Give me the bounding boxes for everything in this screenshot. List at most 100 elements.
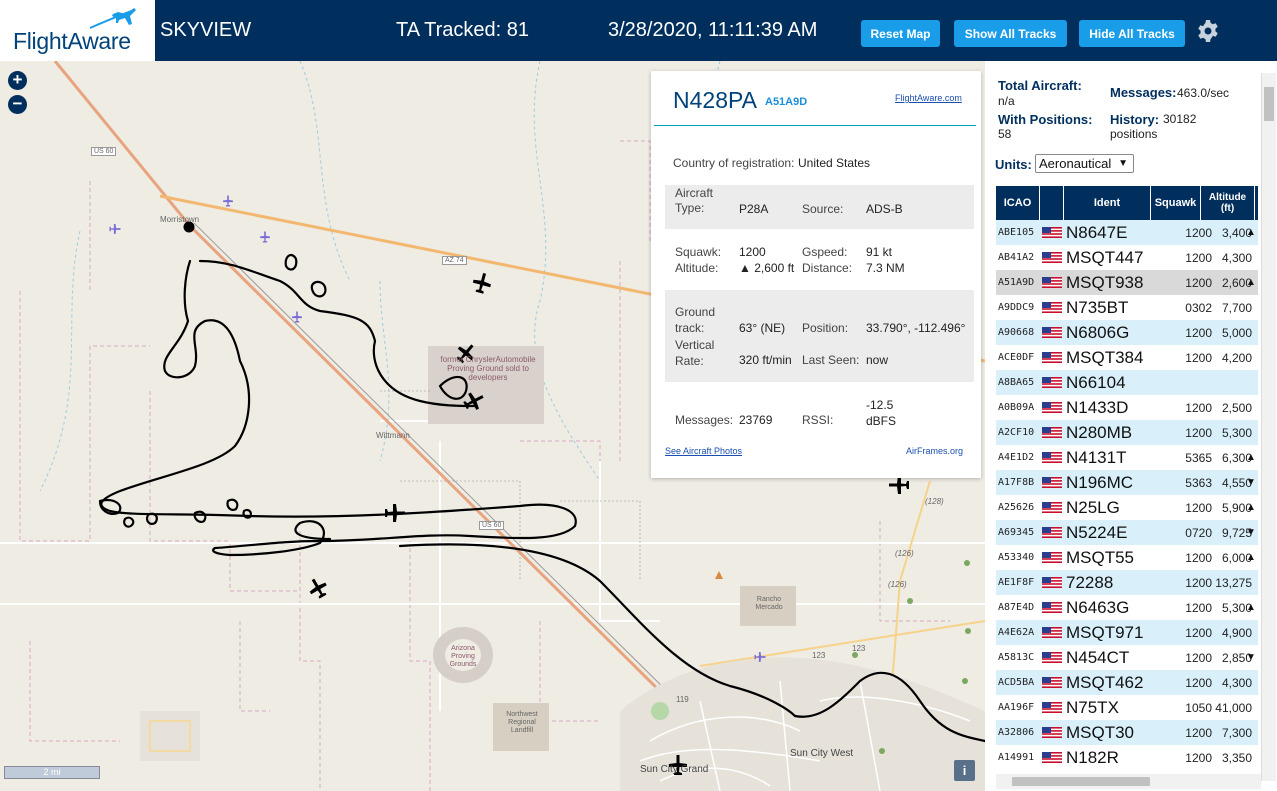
ident-cell: MSQT462: [1066, 672, 1144, 692]
icao-cell: A25626: [998, 502, 1035, 513]
reset-map-button[interactable]: Reset Map: [861, 20, 940, 47]
gear-icon[interactable]: [1196, 19, 1220, 43]
table-row[interactable]: A0B09A N1433D 1200 2,500: [996, 395, 1258, 420]
icao-cell: A69345: [998, 527, 1035, 538]
squawk-cell: 1200: [1185, 275, 1212, 290]
icao-cell: A4E62A: [998, 627, 1035, 638]
hide-all-tracks-button[interactable]: Hide All Tracks: [1079, 20, 1185, 47]
altitude-cell: 13,275: [1215, 575, 1252, 590]
vertical-scrollbar[interactable]: [1261, 73, 1276, 781]
units-select[interactable]: Aeronautical ▼: [1035, 154, 1134, 173]
col-icao[interactable]: ICAO: [996, 186, 1040, 220]
aircraft-detail-popup: N428PA A51A9D FlightAware.com Country of…: [651, 71, 981, 478]
squawk-cell: 5365: [1185, 450, 1212, 465]
table-row[interactable]: A53340 MSQT55 1200 6,000 ▲: [996, 545, 1258, 570]
last-seen-value: now: [866, 353, 889, 367]
show-all-tracks-button[interactable]: Show All Tracks: [954, 20, 1067, 47]
table-row[interactable]: A87E4D N6463G 1200 5,300 ▲: [996, 595, 1258, 620]
col-ident[interactable]: Ident: [1064, 186, 1151, 220]
icao-cell: A14991: [998, 752, 1035, 763]
table-row[interactable]: A4E1D2 N4131T 5365 6,300 ▲: [996, 445, 1258, 470]
source-value: ADS-B: [866, 202, 903, 216]
altitude-cell: 41,000: [1215, 700, 1252, 715]
popup-registration: N428PA: [673, 87, 757, 113]
table-row[interactable]: A5813C N454CT 1200 2,850 ▼: [996, 645, 1258, 670]
table-row[interactable]: ABE105 N8647E 1200 3,400 ▲: [996, 220, 1258, 245]
vertical-scroll-thumb[interactable]: [1264, 87, 1274, 121]
altitude-cell: [1208, 370, 1252, 395]
table-row[interactable]: A51A9D MSQT938 1200 2,600 ▲: [996, 270, 1258, 295]
ident-cell: N454CT: [1066, 647, 1130, 667]
table-row[interactable]: A4E62A MSQT971 1200 4,900: [996, 620, 1258, 645]
ident-cell: N8647E: [1066, 222, 1128, 242]
info-icon[interactable]: i: [954, 760, 975, 781]
label-us60-b: US 60: [479, 521, 505, 530]
aircraft-type-value: P28A: [739, 202, 769, 216]
squawk-cell: 1200: [1185, 675, 1212, 690]
us-flag-icon: [1042, 677, 1062, 688]
with-positions-label: With Positions:: [998, 112, 1093, 127]
table-row[interactable]: AA196F N75TX 1050 41,000: [996, 695, 1258, 720]
ident-cell: 72288: [1066, 572, 1114, 592]
altitude-cell: 4,200: [1221, 350, 1252, 365]
icao-cell: A17F8B: [998, 477, 1035, 488]
table-row[interactable]: A9DDC9 N735BT 0302 7,700: [996, 295, 1258, 320]
squawk-cell: 1200: [1185, 750, 1212, 765]
table-row[interactable]: AE1F8F 72288 1200 13,275: [996, 570, 1258, 595]
chevron-down-icon: ▼: [1118, 158, 1128, 169]
table-row[interactable]: A17F8B N196MC 5363 4,550 ▼: [996, 470, 1258, 495]
table-row[interactable]: A69345 N5224E 0720 9,725 ▼: [996, 520, 1258, 545]
squawk-cell: 5363: [1185, 475, 1212, 490]
table-row[interactable]: A90668 N6806G 1200 5,000: [996, 320, 1258, 345]
table-row[interactable]: A2CF10 N280MB 1200 5,300: [996, 420, 1258, 445]
altitude-trend-icon: ▲: [1246, 452, 1256, 463]
zoom-out-button[interactable]: −: [8, 95, 27, 114]
col-flag[interactable]: [1040, 186, 1064, 220]
tracked-count: TA Tracked: 81: [396, 19, 530, 41]
us-flag-icon: [1042, 327, 1062, 338]
altitude-cell: 3,350: [1221, 750, 1252, 765]
table-row[interactable]: ACE0DF MSQT384 1200 4,200: [996, 345, 1258, 370]
squawk-cell: 1200: [1185, 225, 1212, 240]
icao-cell: A4E1D2: [998, 452, 1035, 463]
squawk-cell: 1050: [1185, 700, 1212, 715]
units-label: Units:: [995, 157, 1032, 172]
squawk-cell: 1200: [1185, 625, 1212, 640]
label-route-126a: (126): [895, 549, 914, 558]
horizontal-scroll-thumb[interactable]: [1012, 777, 1150, 786]
label-proving-ground: former ChryslerAutomobile Proving Ground…: [440, 355, 536, 382]
table-row[interactable]: A25626 N25LG 1200 5,900 ▲: [996, 495, 1258, 520]
distance-label: Distance:: [802, 261, 853, 275]
table-row[interactable]: AB41A2 MSQT447 1200 4,300: [996, 245, 1258, 270]
col-altitude[interactable]: Altitude (ft): [1201, 186, 1255, 220]
icao-cell: A2CF10: [998, 427, 1035, 438]
table-row[interactable]: A8BA65 N66104: [996, 370, 1258, 395]
rssi-label: RSSI:: [802, 413, 834, 427]
aircraft-photos-link[interactable]: See Aircraft Photos: [665, 446, 742, 456]
label-route-123a: 123: [812, 651, 826, 660]
altitude-trend-icon: ▲: [1246, 552, 1256, 563]
icao-cell: A90668: [998, 327, 1035, 338]
zoom-in-button[interactable]: +: [8, 71, 27, 90]
label-route-128: (128): [925, 497, 944, 506]
ident-cell: MSQT938: [1066, 272, 1144, 292]
table-row[interactable]: A32806 MSQT30 1200 7,300: [996, 720, 1258, 745]
altitude-trend-icon: ▼: [1246, 527, 1256, 538]
airframes-link[interactable]: AirFrames.org: [906, 446, 963, 456]
table-row[interactable]: A14991 N182R 1200 3,350: [996, 745, 1258, 770]
label-route-126b: (126): [888, 580, 907, 589]
flightaware-logo[interactable]: FlightAware: [0, 0, 155, 61]
ident-cell: N6463G: [1066, 597, 1130, 617]
horizontal-scrollbar[interactable]: [996, 774, 1261, 789]
country-value: United States: [798, 156, 871, 170]
us-flag-icon: [1042, 602, 1062, 613]
squawk-cell: 1200: [1185, 600, 1212, 615]
altitude-cell: 4,900: [1221, 625, 1252, 640]
icao-cell: ACD5BA: [998, 677, 1035, 688]
col-squawk[interactable]: Squawk: [1151, 186, 1201, 220]
ident-cell: N182R: [1066, 747, 1119, 767]
clock: 3/28/2020, 11:11:39 AM: [608, 19, 818, 41]
flightaware-link[interactable]: FlightAware.com: [895, 93, 962, 103]
table-row[interactable]: ACD5BA MSQT462 1200 4,300: [996, 670, 1258, 695]
icao-cell: A53340: [998, 552, 1035, 563]
